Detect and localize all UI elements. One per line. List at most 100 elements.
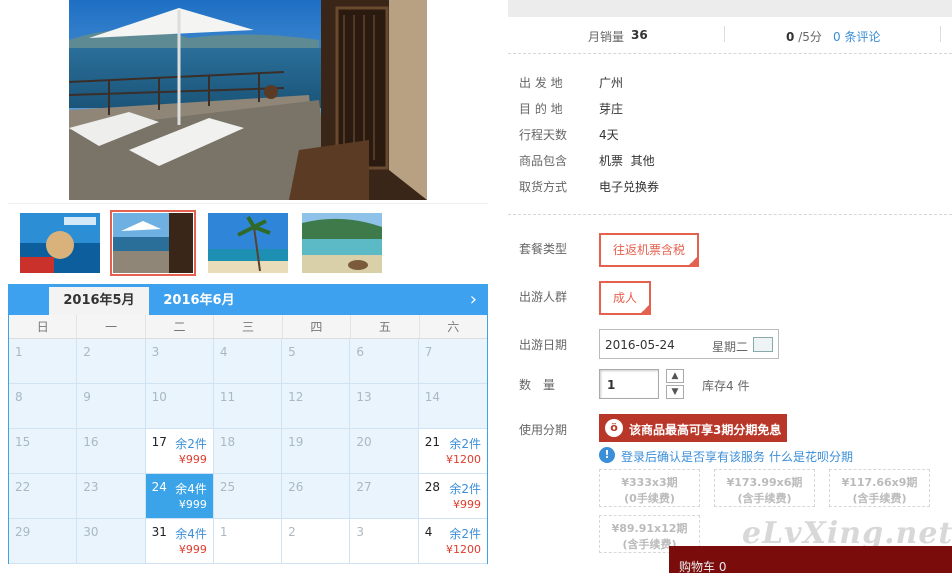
login-confirm-link[interactable]: 登录后确认是否享有该服务: [621, 448, 765, 465]
plan-fee: (0手续费): [624, 492, 675, 505]
day-number: 31: [151, 525, 167, 539]
includes-value: 机票 其他: [599, 154, 655, 168]
calendar-day[interactable]: 17 余2件 ¥999: [145, 429, 214, 474]
day-number: 9: [83, 390, 91, 404]
date-label: 出游日期: [519, 338, 568, 352]
day-stock: 余4件: [175, 482, 207, 496]
day-price: ¥999: [178, 498, 207, 511]
calendar-day: 13: [350, 384, 419, 429]
day-stock: 余2件: [449, 482, 481, 496]
day-number: 2: [288, 525, 296, 539]
plan-3-periods[interactable]: ¥333x3期 (0手续费): [599, 469, 700, 507]
plan-amount: ¥89.91x12期: [611, 522, 688, 535]
day-number: 18: [219, 435, 236, 449]
weekday-tue: 二: [146, 315, 215, 338]
shopping-cart-bar[interactable]: 购物车 0: [669, 546, 952, 573]
quantity-input[interactable]: 1: [599, 369, 659, 399]
day-number: 6: [356, 345, 365, 359]
calendar-day: 27: [350, 474, 419, 519]
thumbnail-1[interactable]: [20, 213, 100, 273]
trip-days-value: 4天: [599, 128, 619, 142]
calendar-day[interactable]: 31 余4件 ¥999: [145, 519, 214, 564]
plan-6-periods[interactable]: ¥173.99x6期 (含手续费): [714, 469, 815, 507]
calendar-day: 5: [282, 339, 351, 384]
calendar-day: 14: [418, 384, 487, 429]
quantity-increase-icon[interactable]: ▲: [666, 369, 684, 383]
quantity-decrease-icon[interactable]: ▼: [666, 385, 684, 399]
day-number: 20: [356, 435, 372, 449]
day-number: 26: [288, 480, 304, 494]
check-icon: ✓: [690, 257, 696, 265]
date-input[interactable]: 2016-05-24 星期二: [599, 329, 779, 359]
calendar-icon[interactable]: [753, 337, 773, 352]
day-price: ¥999: [452, 498, 481, 511]
day-stock: 余4件: [175, 527, 207, 541]
departure-label: 出 发 地: [519, 76, 563, 90]
date-value: 2016-05-24: [605, 338, 675, 352]
rating-value: 0: [786, 30, 795, 44]
day-number: 14: [424, 390, 440, 404]
thumbnail-2[interactable]: [110, 210, 196, 276]
plan-amount: ¥333x3期: [621, 476, 678, 489]
check-icon: ✓: [642, 305, 648, 313]
calendar-grid: 1 2 3 4 5 6 7 8 9 10 11 12 13 14 15 16 17 余2件 ¥999 18 19 20 21…: [9, 339, 487, 564]
calendar-header: 2016年5月 2016年6月 ›: [9, 285, 487, 315]
calendar-day: 25: [213, 474, 283, 519]
calendar-day: 23: [77, 474, 146, 519]
photo-divider: [8, 203, 488, 204]
day-number: 24: [151, 480, 167, 494]
thumbnail-4[interactable]: [302, 213, 382, 273]
day-stock: 余2件: [449, 437, 481, 451]
calendar-day[interactable]: 4 余2件 ¥1200: [418, 519, 487, 564]
calendar-day[interactable]: 21 余2件 ¥1200: [418, 429, 487, 474]
calendar-day: 29: [9, 519, 78, 564]
plan-fee: (含手续费): [737, 492, 792, 505]
weekday-sat: 六: [447, 320, 460, 334]
stats-divider: [724, 26, 725, 42]
calendar-day: 18: [213, 429, 283, 474]
day-number: 11: [219, 390, 236, 404]
tab-may[interactable]: 2016年5月: [49, 287, 149, 315]
package-option-button[interactable]: 往返机票含税 ✓: [599, 233, 699, 267]
day-number: 7: [424, 345, 433, 359]
thumbnail-3[interactable]: [208, 213, 288, 273]
calendar-day: 9: [77, 384, 146, 429]
details-separator: [508, 214, 952, 215]
plan-amount: ¥173.99x6期: [726, 476, 803, 489]
calendar-day: 30: [77, 519, 146, 564]
calendar-day: 3: [145, 339, 214, 384]
quantity-label: 数 量: [519, 378, 556, 392]
what-is-huabei-link[interactable]: 什么是花呗分期: [769, 448, 853, 465]
destination-value: 芽庄: [599, 102, 624, 116]
day-number: 8: [15, 390, 23, 404]
includes-label: 商品包含: [519, 154, 568, 168]
calendar-day[interactable]: 28 余2件 ¥999: [418, 474, 487, 519]
plan-fee: (含手续费): [852, 492, 907, 505]
day-number: 4: [219, 345, 228, 359]
monthly-sales-label: 月销量: [588, 30, 625, 44]
calendar-day: 2: [77, 339, 146, 384]
crowd-option-button[interactable]: 成人 ✓: [599, 281, 651, 315]
top-band: [508, 0, 952, 17]
main-product-photo: [69, 0, 427, 200]
package-label: 套餐类型: [519, 242, 568, 256]
rating-total: /5分: [798, 30, 822, 44]
calendar-day: 16: [77, 429, 146, 474]
plan-9-periods[interactable]: ¥117.66x9期 (含手续费): [829, 469, 930, 507]
calendar-day: 8: [9, 384, 78, 429]
crowd-option-text: 成人: [612, 291, 637, 305]
chevron-right-icon[interactable]: ›: [470, 288, 477, 312]
rating-score: 0 /5分: [786, 28, 822, 45]
calendar-day[interactable]: 24 余4件 ¥999: [145, 474, 214, 519]
quantity-value: 1: [607, 378, 616, 392]
installment-banner: ö 该商品最高可享3期分期免息: [599, 414, 787, 442]
weekday-sun: 日: [9, 315, 78, 338]
tab-june[interactable]: 2016年6月: [149, 287, 249, 315]
pickup-value: 电子兑换券: [599, 180, 660, 194]
plan-amount: ¥117.66x9期: [841, 476, 918, 489]
day-number: 3: [151, 345, 160, 359]
day-number: 5: [288, 345, 296, 359]
day-number: 13: [356, 390, 372, 404]
reviews-link[interactable]: 0 条评论: [833, 28, 880, 45]
installment-banner-text: 该商品最高可享3期分期免息: [629, 423, 782, 437]
